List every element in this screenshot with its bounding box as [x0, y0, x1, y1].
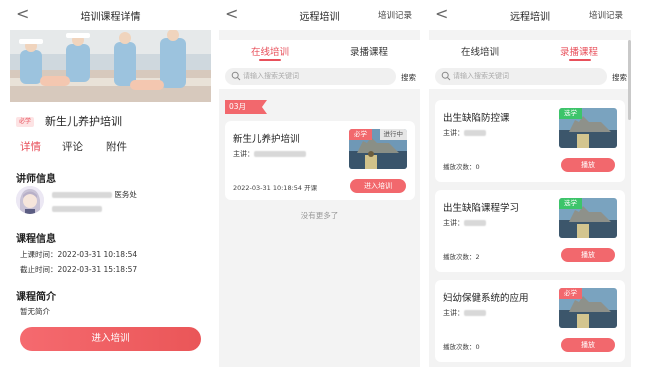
recorded-course-card[interactable]: 出生缺陷课程学习 主讲： 播放次数：2 选学 播放	[435, 190, 625, 272]
training-thumbnail: 必学 进行中	[349, 129, 407, 169]
enter-training-button[interactable]: 进入培训	[350, 179, 406, 193]
search-placeholder: 请输入搜索关键词	[243, 72, 299, 80]
course-thumbnail: 选学	[559, 198, 617, 238]
end-time: 截止时间：2022-03-31 15:18:57	[20, 265, 138, 274]
tab-online-training[interactable]: 在线培训	[251, 44, 289, 58]
course-card-title: 出生缺陷防控课	[443, 113, 510, 124]
course-detail-screen: < 培训课程详情 必学 新生儿养护培训 详情 评论 附件 讲师信息 医务处 课程…	[10, 0, 211, 367]
search-placeholder: 请输入搜索关键词	[453, 72, 509, 80]
lecturer-name-row: 医务处	[52, 189, 137, 200]
course-card-title: 妇幼保健系统的应用	[443, 293, 529, 304]
online-nav-bar: < 远程培训 培训记录	[219, 0, 420, 30]
lecturer-section-title: 讲师信息	[16, 174, 56, 185]
start-time: 上课时间：2022-03-31 10:18:54	[20, 250, 138, 259]
page-title: 培训课程详情	[80, 12, 141, 23]
course-card-title: 出生缺陷课程学习	[443, 203, 520, 214]
training-records-link[interactable]: 培训记录	[378, 9, 412, 21]
course-info-section-title: 课程信息	[16, 234, 56, 245]
training-type-tabs: 在线培训 录播课程	[219, 40, 420, 64]
tab-details[interactable]: 详情	[20, 139, 41, 154]
lecturer-label: 主讲：	[443, 309, 464, 317]
training-records-link[interactable]: 培训记录	[589, 9, 623, 21]
required-tag: 必学	[559, 288, 582, 299]
tab-recorded-courses[interactable]: 录播课程	[560, 44, 598, 58]
lecturer-label: 主讲：	[233, 150, 254, 158]
lecturer-name-redacted	[464, 130, 486, 136]
lecturer-title-redacted	[52, 206, 102, 212]
elective-tag: 选学	[559, 108, 582, 119]
lecturer-title-row	[52, 204, 102, 213]
enter-training-button[interactable]: 进入培训	[20, 327, 201, 351]
detail-tabs: 详情 评论 附件	[10, 139, 211, 159]
active-tab-underline	[569, 59, 591, 61]
lecturer-label: 主讲：	[443, 129, 464, 137]
course-banner-image	[10, 30, 211, 102]
training-card-lecturer: 主讲：	[233, 149, 306, 159]
intro-section-title: 课程简介	[16, 292, 56, 303]
no-more-text: 没有更多了	[300, 211, 339, 220]
scrollbar[interactable]	[628, 40, 631, 120]
detail-nav-bar: < 培训课程详情	[10, 0, 211, 30]
recorded-course-card[interactable]: 妇幼保健系统的应用 主讲： 播放次数：0 必学 播放	[435, 280, 625, 362]
training-card[interactable]: 新生儿养护培训 主讲： 2022-03-31 10:18:54 开课 必学 进行…	[225, 121, 415, 200]
play-count: 播放次数：0	[443, 343, 480, 351]
status-tag: 进行中	[379, 129, 407, 140]
tab-comments[interactable]: 评论	[62, 139, 83, 154]
lecturer-name-redacted	[464, 310, 486, 316]
elective-tag: 选学	[559, 198, 582, 209]
search-input[interactable]: 请输入搜索关键词	[225, 68, 396, 85]
lecturer-department: 医务处	[114, 190, 137, 199]
month-label: 03月	[225, 100, 267, 114]
training-card-time: 2022-03-31 10:18:54 开课	[233, 184, 318, 192]
play-count: 播放次数：2	[443, 253, 480, 261]
lecturer-name-redacted	[254, 151, 306, 157]
search-icon	[441, 71, 451, 81]
lecturer-name-redacted	[464, 220, 486, 226]
lecturer-avatar	[16, 186, 44, 214]
search-button[interactable]: 搜索	[612, 72, 627, 83]
required-tag: 必学	[349, 129, 372, 140]
required-badge: 必学	[16, 117, 34, 127]
play-button[interactable]: 播放	[561, 158, 615, 172]
training-card-title: 新生儿养护培训	[233, 134, 300, 145]
course-thumbnail: 选学	[559, 108, 617, 148]
tab-recorded-courses[interactable]: 录播课程	[350, 44, 388, 58]
course-thumbnail: 必学	[559, 288, 617, 328]
course-card-lecturer: 主讲：	[443, 308, 486, 318]
search-icon	[231, 71, 241, 81]
search-input[interactable]: 请输入搜索关键词	[435, 68, 607, 85]
lecturer-name-redacted	[52, 192, 112, 198]
tab-online-training[interactable]: 在线培训	[461, 44, 499, 58]
lecturer-label: 主讲：	[443, 219, 464, 227]
recorded-nav-bar: < 远程培训 培训记录	[429, 0, 631, 30]
recorded-courses-screen: < 远程培训 培训记录 在线培训 录播课程 请输入搜索关键词 搜索 出生缺陷防控…	[429, 0, 631, 367]
course-title: 新生儿养护培训	[45, 115, 122, 128]
play-button[interactable]: 播放	[561, 248, 615, 262]
intro-text: 暂无简介	[20, 307, 50, 316]
recorded-course-card[interactable]: 出生缺陷防控课 主讲： 播放次数：0 选学 播放	[435, 100, 625, 182]
online-training-screen: < 远程培训 培训记录 在线培训 录播课程 请输入搜索关键词 搜索 03月 新生…	[219, 0, 420, 367]
active-tab-underline	[259, 59, 281, 61]
course-card-lecturer: 主讲：	[443, 128, 486, 138]
play-button[interactable]: 播放	[561, 338, 615, 352]
tab-attachments[interactable]: 附件	[106, 139, 127, 154]
training-type-tabs: 在线培训 录播课程	[429, 40, 631, 64]
play-count: 播放次数：0	[443, 163, 480, 171]
search-button[interactable]: 搜索	[401, 72, 416, 83]
course-card-lecturer: 主讲：	[443, 218, 486, 228]
